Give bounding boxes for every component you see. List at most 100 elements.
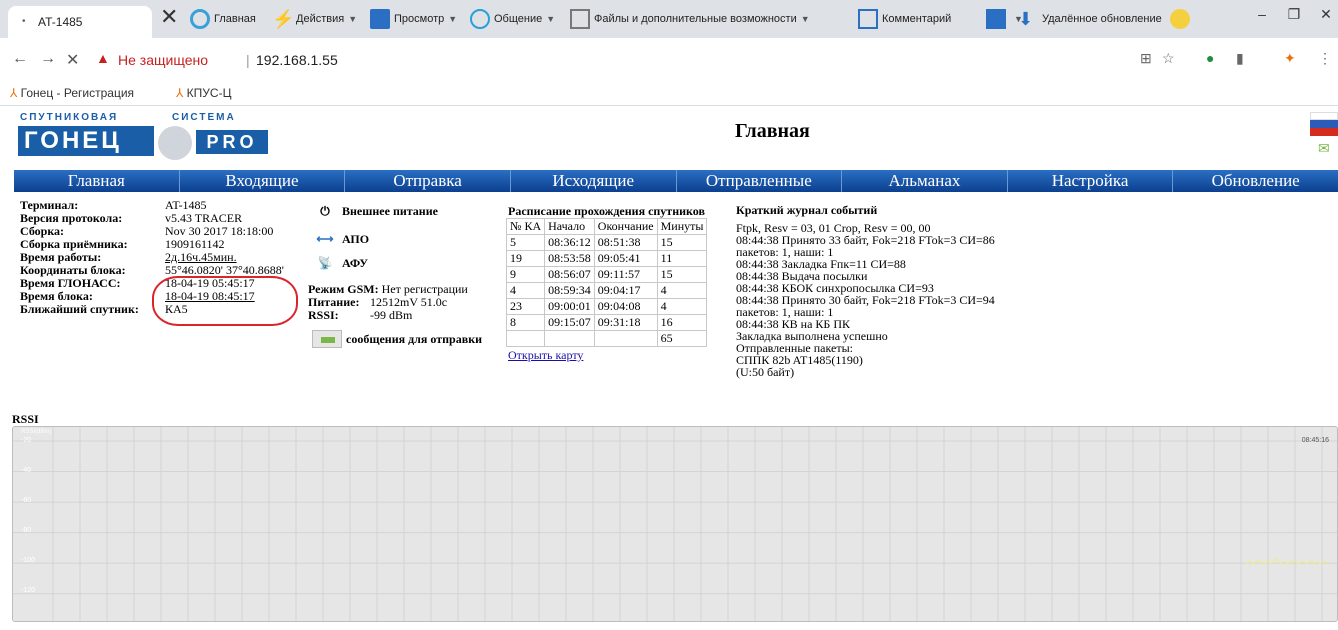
windows-icon [986,9,1006,29]
smiley-face-icon [1170,9,1190,29]
logo-pro: PRO [196,130,268,154]
video-icon[interactable]: ▮ [1236,50,1244,67]
extension-icon[interactable]: ✦ [1284,50,1296,67]
menu-settings[interactable]: Настройка [1008,170,1174,192]
highlight-annotation [152,276,298,326]
ext-comment[interactable]: Комментарий [858,0,951,38]
table-row: 5 08:36:12 08:51:38 15 [505,234,708,251]
dropdown-arrow-icon: ▼ [546,14,556,24]
info-label: Ближайший спутник: [20,302,139,316]
cell: 23 [505,298,546,315]
tab-title: AT-1485 [38,15,83,29]
pencil-icon [858,9,878,29]
ext-remote-update[interactable]: ⬇ Удалённое обновление [1018,0,1162,38]
bookmark-icon: ⅄ [176,86,187,100]
bookmark-registration[interactable]: ⅄ Гонец - Регистрация [10,86,134,100]
cell: 8 [505,314,546,331]
cell: 09:00:01 [544,298,595,315]
ext-chat[interactable]: Общение ▼ [470,0,555,38]
apo-status: АПО [342,232,370,246]
cell: 08:51:38 [593,234,658,251]
ext-home[interactable]: Главная [190,0,256,38]
browser-tab[interactable]: • AT-1485 [8,6,152,38]
translate-icon[interactable]: ⊞ [1140,50,1152,67]
ext-home-label: Главная [214,13,256,25]
cell: 09:05:41 [593,250,658,267]
envelope-icon [312,330,342,348]
ext-chat-label: Общение [494,13,543,25]
cell: 08:53:58 [544,250,595,267]
open-map-link[interactable]: Открыть карту [508,348,583,363]
menu-kebab-icon[interactable]: ⋮ [1318,50,1332,67]
back-icon[interactable]: ← [12,50,28,68]
table-row: 23 09:00:01 09:04:08 4 [505,298,708,315]
url-input[interactable]: 192.168.1.55 [256,52,338,68]
rssi-label: RSSI: [308,308,339,322]
cell: 09:15:07 [544,314,595,331]
schedule-title: Расписание прохождения спутников [508,204,705,218]
column-header: № КА [505,218,546,235]
menu-almanac[interactable]: Альманах [842,170,1008,192]
messages-label: сообщения для отправки [346,332,483,346]
column-header: Минуты [656,218,708,235]
bookmark-star-icon[interactable]: ☆ [1162,50,1175,67]
smiley-icon[interactable] [1170,0,1194,38]
satellite-icon [158,126,192,160]
menu-send[interactable]: Отправка [345,170,511,192]
maximize-icon[interactable]: ❐ [1278,0,1310,28]
cell: 4 [656,282,708,299]
menu-outgoing[interactable]: Исходящие [511,170,677,192]
mail-icon[interactable]: ✉ [1318,140,1330,157]
table-header-row: № КА Начало Окончание Минуты [505,218,708,235]
y-tick-label: -20 [21,437,32,444]
ext-view-label: Просмотр [394,13,445,25]
cell: 15 [656,266,708,283]
tab-close-icon[interactable]: ✕ [160,6,178,28]
menu-inbox[interactable]: Входящие [180,170,346,192]
ext-remote-update-label: Удалённое обновление [1042,13,1162,25]
ext-files[interactable]: Файлы и дополнительные возможности ▼ [570,0,810,38]
y-tick-label: -80 [21,527,32,534]
ext-view[interactable]: Просмотр ▼ [370,0,457,38]
cell: 15 [656,234,708,251]
power-plug-icon: ⏻ [320,204,330,218]
menu-main[interactable]: Главная [14,170,180,192]
afu-status: АФУ [342,256,369,270]
menu-update[interactable]: Обновление [1173,170,1338,192]
power-status: Внешнее питание [342,204,438,218]
security-indicator[interactable]: Не защищено [118,52,208,68]
cell [505,330,546,347]
adblock-icon[interactable]: ● [1206,50,1214,66]
y-tick-label: -100 [21,557,36,564]
bookmark-kpus[interactable]: ⅄ КПУС-Ц [176,86,231,100]
close-window-icon[interactable]: ✕ [1310,0,1338,28]
cell: 08:36:12 [544,234,595,251]
rssi-series-line [1244,557,1330,566]
forward-icon[interactable]: → [40,50,56,68]
ext-actions[interactable]: ⚡ Действия ▼ [272,0,357,38]
cell: 08:59:34 [544,282,595,299]
rssi-chart-label: RSSI [12,412,39,426]
power-label: Питание: [308,295,360,309]
log-title: Краткий журнал событий [736,203,878,217]
cell: 9 [505,266,546,283]
event-log: Краткий журнал событий Ftpk, Resv = 03, … [736,204,995,378]
stop-icon[interactable]: ✕ [66,50,79,70]
ext-actions-label: Действия [296,13,345,25]
logo-brand: ГОНЕЦ [18,126,154,156]
minimize-icon[interactable]: – [1246,0,1278,28]
menu-sent[interactable]: Отправленные [677,170,843,192]
warning-icon[interactable]: ▲ [96,50,110,66]
cell: 08:56:07 [544,266,595,283]
cell [593,330,658,347]
x-time-label: 08:45:16 [1301,437,1329,444]
cell: 09:04:08 [593,298,658,315]
cell: 09:11:57 [593,266,658,283]
cell: 4 [656,298,708,315]
bookmark-label: КПУС-Ц [186,86,232,100]
cell: 65 [656,330,708,347]
schedule-table: № КА Начало Окончание Минуты 5 08:36:12 08… [505,218,708,347]
bookmark-label: Гонец - Регистрация [20,86,135,100]
cell: 11 [656,250,708,267]
y-tick-label: -40 [21,467,32,474]
